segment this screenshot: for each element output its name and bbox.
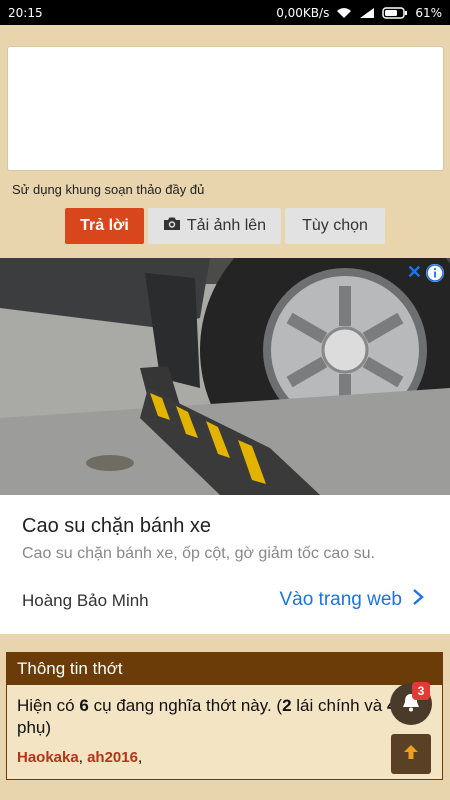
- ad-image[interactable]: ✕: [0, 258, 450, 495]
- ad-description: Cao su chặn bánh xe, ốp cột, gờ giảm tốc…: [22, 545, 375, 562]
- viewer-count: 6: [79, 696, 89, 715]
- quick-reply: Sử dụng khung soạn thảo đầy đủ Trả lời T…: [0, 25, 450, 258]
- ad-cta-link[interactable]: Vào trang web: [279, 588, 424, 612]
- clock: 20:15: [8, 5, 43, 20]
- signal-icon: [359, 7, 375, 19]
- viewers-text: phụ): [17, 718, 52, 737]
- ad-card[interactable]: ✕ Cao su chặn bánh xe Cao su chặn bánh x…: [0, 258, 450, 634]
- scroll-to-top-button[interactable]: [391, 734, 431, 774]
- notification-badge: 3: [412, 682, 430, 700]
- thread-info-text: Hiện có 6 cụ đang nghĩa thớt này. (2 lái…: [7, 685, 442, 749]
- options-button[interactable]: Tùy chọn: [285, 208, 385, 244]
- arrow-up-icon: [402, 743, 420, 766]
- thread-info-header: Thông tin thớt: [7, 653, 442, 685]
- reply-button[interactable]: Trả lời: [65, 208, 144, 244]
- battery-icon: [382, 6, 408, 19]
- status-bar: 20:15 0,00KB/s 61%: [0, 0, 450, 25]
- viewers-text: cụ đang nghĩa thớt này. (: [88, 696, 283, 715]
- thread-info-panel: Thông tin thớt Hiện có 6 cụ đang nghĩa t…: [6, 652, 443, 780]
- ad-cta-label: Vào trang web: [279, 589, 402, 610]
- chevron-right-icon: [412, 588, 424, 612]
- ad-close-icon[interactable]: ✕: [407, 262, 422, 283]
- user-link[interactable]: ah2016: [87, 749, 138, 766]
- viewer-list: Haokaka, ah2016,: [17, 749, 143, 766]
- main-count: 2: [282, 696, 292, 715]
- camera-icon: [163, 216, 181, 236]
- viewers-text: lái chính và: [291, 696, 387, 715]
- ad-info-icon[interactable]: [426, 264, 444, 282]
- network-speed: 0,00KB/s: [276, 5, 330, 20]
- viewers-text: Hiện có: [17, 696, 80, 715]
- ad-advertiser: Hoàng Bảo Minh: [22, 591, 149, 610]
- full-editor-link[interactable]: Sử dụng khung soạn thảo đầy đủ: [12, 182, 204, 197]
- reply-textarea[interactable]: [7, 46, 444, 171]
- wifi-icon: [336, 7, 352, 19]
- upload-image-label: Tải ảnh lên: [186, 217, 267, 234]
- battery-percent: 61%: [415, 5, 442, 20]
- user-link[interactable]: Haokaka: [17, 749, 79, 766]
- upload-image-button[interactable]: Tải ảnh lên: [148, 208, 281, 244]
- ad-title[interactable]: Cao su chặn bánh xe: [22, 515, 211, 538]
